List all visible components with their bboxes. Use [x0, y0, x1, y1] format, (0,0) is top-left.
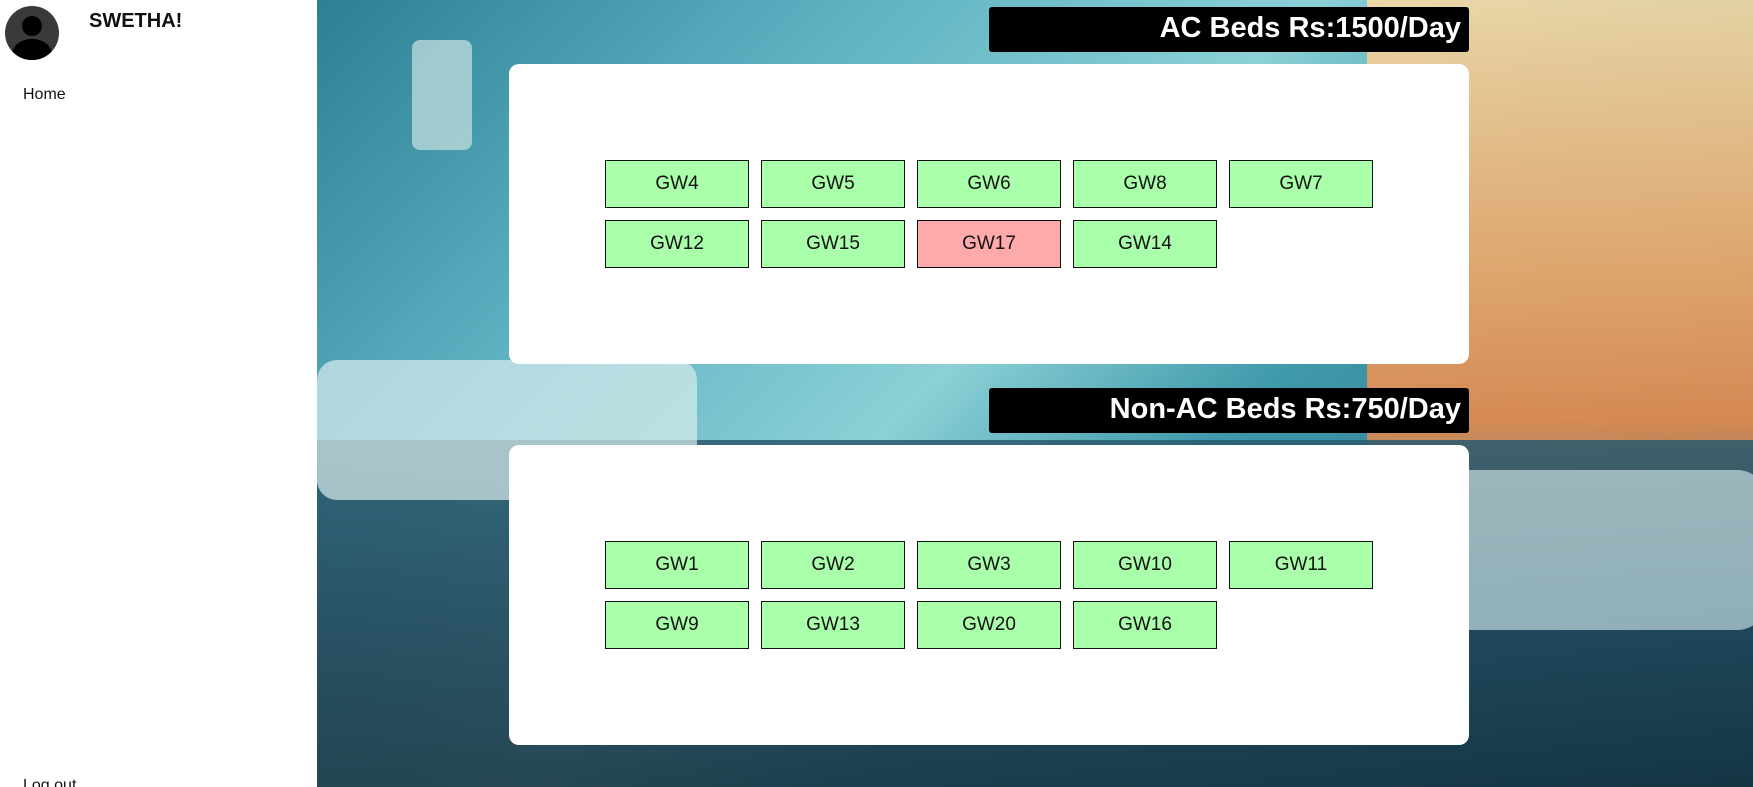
bed-button[interactable]: GW10: [1073, 541, 1217, 589]
bed-button[interactable]: GW1: [605, 541, 749, 589]
bed-button[interactable]: GW13: [761, 601, 905, 649]
nonac-section-title: Non-AC Beds Rs:750/Day: [989, 388, 1469, 433]
bed-button[interactable]: GW5: [761, 160, 905, 208]
bed-button[interactable]: GW7: [1229, 160, 1373, 208]
logout-link[interactable]: Log out: [23, 777, 76, 787]
bed-button-occupied[interactable]: GW17: [917, 220, 1061, 268]
bed-button[interactable]: GW14: [1073, 220, 1217, 268]
bed-button[interactable]: GW8: [1073, 160, 1217, 208]
bed-button[interactable]: GW6: [917, 160, 1061, 208]
ac-bed-panel: GW4 GW5 GW6 GW8 GW7 GW12 GW15 GW17 GW14: [509, 64, 1469, 364]
bed-button[interactable]: GW9: [605, 601, 749, 649]
home-link[interactable]: Home: [23, 86, 66, 104]
ac-section-title: AC Beds Rs:1500/Day: [989, 7, 1469, 52]
bed-button[interactable]: GW20: [917, 601, 1061, 649]
username: SWETHA!: [89, 10, 183, 32]
bed-button[interactable]: GW12: [605, 220, 749, 268]
sidebar: SWETHA! Home Log out: [0, 0, 317, 787]
avatar-icon: [5, 6, 59, 60]
bed-button[interactable]: GW16: [1073, 601, 1217, 649]
nonac-bed-panel: GW1 GW2 GW3 GW10 GW11 GW9 GW13 GW20 GW16: [509, 445, 1469, 745]
bed-button[interactable]: GW11: [1229, 541, 1373, 589]
bed-button[interactable]: GW3: [917, 541, 1061, 589]
bed-button[interactable]: GW4: [605, 160, 749, 208]
bed-button[interactable]: GW2: [761, 541, 905, 589]
bed-button[interactable]: GW15: [761, 220, 905, 268]
